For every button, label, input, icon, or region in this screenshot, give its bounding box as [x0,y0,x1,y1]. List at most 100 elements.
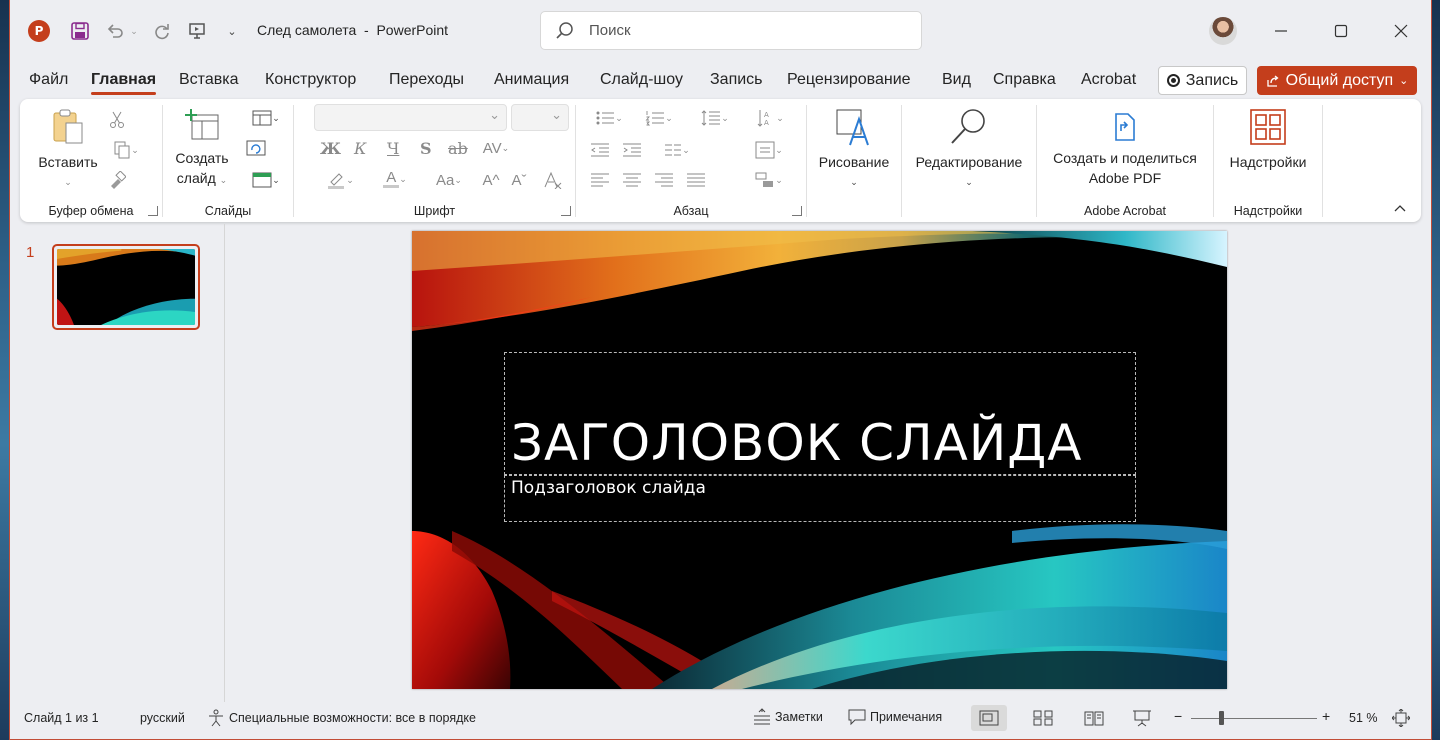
tab-insert[interactable]: Вставка [179,71,238,89]
align-right-icon[interactable] [652,169,676,191]
slides-group: Создать слайд ⌄ ⌄ ⌄ Слайды [163,99,293,222]
tab-help[interactable]: Справка [993,71,1056,89]
minimize-icon[interactable] [1266,18,1296,44]
align-left-icon[interactable] [588,169,612,191]
tab-home[interactable]: Главная [91,71,157,95]
close-icon[interactable] [1386,18,1416,44]
drawing-button[interactable]: Рисование ⌄ [807,107,901,192]
zoom-slider-thumb[interactable] [1218,711,1224,725]
strikethrough-button[interactable]: ab [448,139,468,158]
text-direction-icon[interactable]: A A ⌄ [748,107,792,129]
reading-view-icon[interactable] [1076,705,1112,731]
tab-record[interactable]: Запись [710,71,763,89]
share-label: Общий доступ [1285,71,1394,89]
notes-icon [754,708,770,725]
fit-to-window-icon[interactable] [1386,705,1416,731]
maximize-icon[interactable] [1326,18,1356,44]
underline-button[interactable]: Ч [387,139,399,158]
search-input[interactable] [589,22,889,39]
clipboard-launcher-icon[interactable] [148,206,158,216]
reset-slide-icon[interactable] [245,137,267,159]
align-text-icon[interactable]: ⌄ [746,139,792,161]
paste-button[interactable]: Вставить ⌄ [30,107,106,192]
collapse-ribbon-icon[interactable] [1393,200,1407,216]
addins-icon [1250,109,1286,145]
bold-button[interactable]: Ж [320,139,341,158]
tab-acrobat[interactable]: Acrobat [1081,71,1136,89]
paragraph-launcher-icon[interactable] [792,206,802,216]
numbering-icon[interactable]: ⌄ [638,107,680,129]
avatar[interactable] [1209,17,1237,45]
layout-icon[interactable]: ⌄ [245,107,287,129]
divider [1322,105,1323,217]
undo-icon[interactable] [103,19,127,43]
slide-canvas[interactable]: ЗАГОЛОВОК СЛАЙДА Подзаголовок слайда [412,231,1227,689]
columns-icon[interactable]: ⌄ [656,139,698,161]
slide-subtitle[interactable]: Подзаголовок слайда [511,478,706,498]
tab-file[interactable]: Файл [29,71,68,89]
document-title: След самолета - PowerPoint [257,22,449,38]
share-button[interactable]: Общий доступ ⌄ [1257,66,1417,95]
slideshow-start-icon[interactable] [185,19,209,43]
format-painter-icon[interactable] [106,169,128,191]
slide-sorter-icon[interactable] [1025,705,1061,731]
tab-design[interactable]: Конструктор [265,71,356,89]
change-case-icon[interactable]: Aa ⌄ [428,169,470,191]
character-spacing-icon[interactable]: AV ⌄ [478,137,514,159]
title-placeholder[interactable]: ЗАГОЛОВОК СЛАЙДА [504,352,1136,475]
section-icon[interactable]: ⌄ [245,169,287,191]
adobe-group-label: Adobe Acrobat [1083,204,1166,218]
font-size-select[interactable] [511,104,569,131]
cut-icon[interactable] [106,109,128,131]
clipboard-group: Вставить ⌄ ⌄ Буфер обмена [20,99,162,222]
undo-dropdown-icon[interactable]: ⌄ [128,22,140,40]
record-button[interactable]: Запись [1158,66,1247,95]
create-share-pdf-button[interactable]: Создать и поделиться Adobe PDF [1037,111,1213,188]
editing-button[interactable]: Редактирование ⌄ [902,107,1036,192]
status-bar: Слайд 1 из 1 русский Специальные возможн… [10,704,1431,732]
font-family-select[interactable] [314,104,507,131]
font-launcher-icon[interactable] [561,206,571,216]
new-slide-button[interactable]: Создать слайд ⌄ [171,107,233,190]
increase-indent-icon[interactable] [620,139,644,161]
tab-view[interactable]: Вид [942,71,971,89]
tab-review[interactable]: Рецензирование [787,71,911,89]
copy-icon[interactable]: ⌄ [106,139,146,161]
chevron-down-icon: ⌄ [850,177,858,187]
zoom-out-icon[interactable]: − [1174,708,1182,724]
accessibility-status[interactable]: Специальные возможности: все в порядке [207,709,476,727]
line-spacing-icon[interactable]: ⌄ [692,107,738,129]
clear-formatting-icon[interactable] [542,169,564,191]
decrease-indent-icon[interactable] [588,139,612,161]
zoom-slider[interactable] [1191,718,1317,719]
comments-button[interactable]: Примечания [848,708,942,726]
search-box[interactable] [540,11,922,50]
zoom-in-icon[interactable]: + [1322,708,1330,724]
language-indicator[interactable]: русский [140,711,185,725]
italic-button[interactable]: К [354,139,366,158]
tab-slideshow[interactable]: Слайд-шоу [600,71,683,89]
tab-animations[interactable]: Анимация [494,71,569,89]
zoom-level[interactable]: 51 % [1349,711,1378,725]
justify-icon[interactable] [684,169,708,191]
save-icon[interactable] [68,19,92,43]
smartart-convert-icon[interactable]: ⌄ [746,169,792,191]
new-slide-label-line1: Создать [175,150,229,166]
bullets-icon[interactable]: ⌄ [588,107,630,129]
customize-toolbar-icon[interactable]: ⌄ [224,20,240,42]
highlight-icon[interactable]: ⌄ [316,169,364,191]
slide-thumbnail[interactable] [52,244,200,330]
notes-button[interactable]: Заметки [752,708,823,726]
addins-button[interactable]: Надстройки [1214,107,1322,172]
slideshow-view-icon[interactable] [1124,705,1160,731]
subtitle-placeholder[interactable]: Подзаголовок слайда [504,475,1136,522]
increase-font-size-icon[interactable]: A^ [480,169,502,191]
font-color-icon[interactable]: A ⌄ [372,167,418,191]
tab-transitions[interactable]: Переходы [389,71,464,89]
decrease-font-size-icon[interactable]: Aˇ [508,169,530,191]
text-shadow-button[interactable]: S [420,139,432,158]
redo-icon[interactable] [150,19,174,43]
slide-title[interactable]: ЗАГОЛОВОК СЛАЙДА [511,414,1083,472]
normal-view-icon[interactable] [971,705,1007,731]
align-center-icon[interactable] [620,169,644,191]
